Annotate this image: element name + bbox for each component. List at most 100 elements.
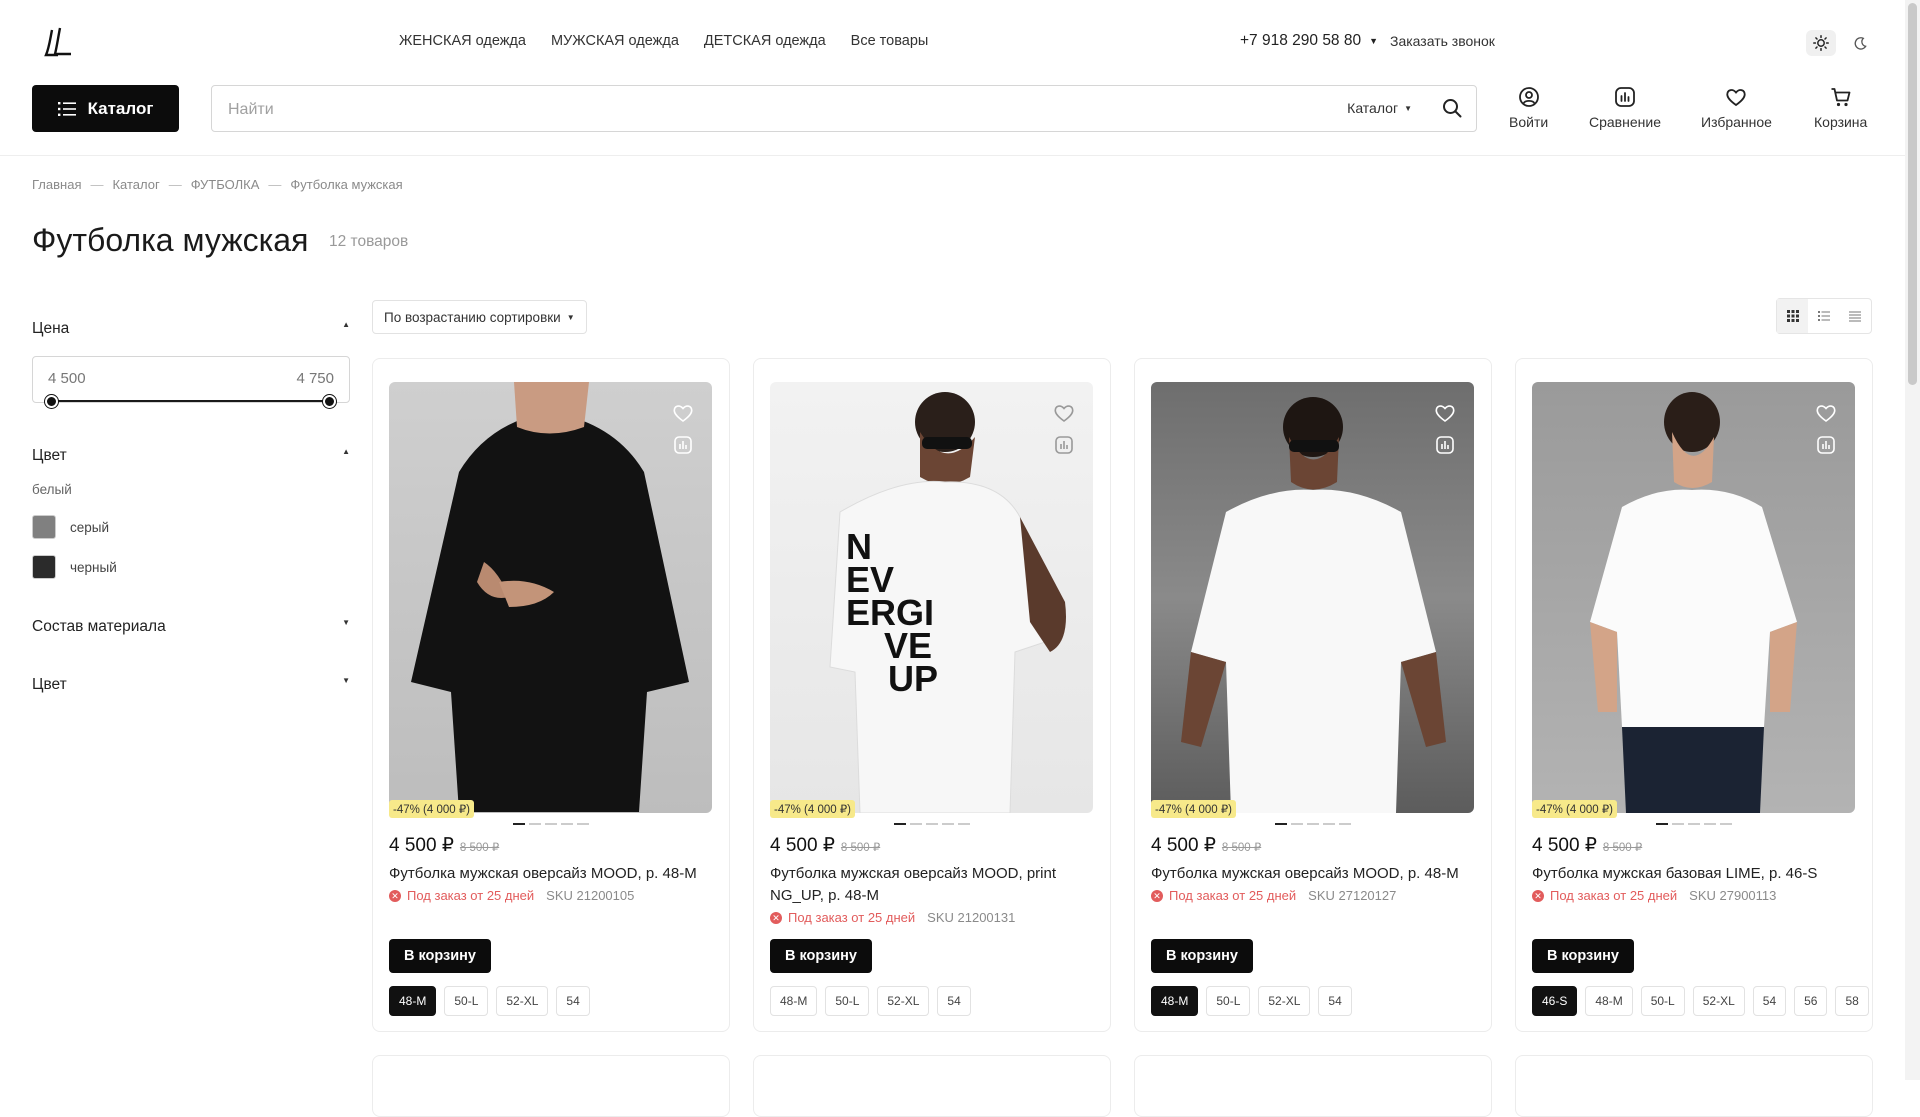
search-icon[interactable] (1442, 98, 1462, 118)
product-image[interactable] (389, 382, 712, 813)
search-input[interactable] (226, 86, 1230, 133)
add-to-favorites-icon[interactable] (1434, 402, 1456, 424)
product-name[interactable]: Футболка мужская оверсайз MOOD, р. 48-M (389, 863, 714, 885)
product-name[interactable]: Футболка мужская оверсайз MOOD, print NG… (770, 863, 1095, 907)
price-slider-min-handle[interactable] (45, 395, 58, 408)
product-card-next-row[interactable] (1134, 1055, 1492, 1117)
product-card[interactable]: -47% (4 000 ₽) 4 500 ₽ 8 500 ₽ Футболка … (1134, 358, 1492, 1032)
size-option[interactable]: 54 (556, 986, 590, 1016)
discount-badge: -47% (4 000 ₽) (770, 800, 855, 818)
login-label: Войти (1509, 114, 1549, 130)
color-option-black[interactable]: черный (32, 555, 117, 579)
dark-theme-toggle[interactable] (1848, 30, 1872, 56)
size-option[interactable]: 50-L (444, 986, 489, 1016)
add-to-favorites-icon[interactable] (672, 402, 694, 424)
availability-row: ✕ Под заказ от 25 дней SKU 27120127 (1151, 888, 1396, 903)
size-option[interactable]: 48-M (1151, 986, 1199, 1016)
product-count: 12 товаров (329, 233, 409, 250)
product-image[interactable] (1151, 382, 1474, 813)
filter-material-header[interactable]: Состав материала ▼ (32, 618, 350, 636)
price-min-input[interactable]: 4 500 (48, 370, 86, 387)
product-card-next-row[interactable] (1515, 1055, 1873, 1117)
filter-color-header[interactable]: Цвет ▲ (32, 447, 350, 465)
add-to-compare-icon[interactable] (1815, 434, 1837, 456)
size-option[interactable]: 52-XL (496, 986, 549, 1016)
breadcrumb-separator: — (268, 177, 282, 192)
view-compact-button[interactable] (1840, 299, 1871, 333)
size-option[interactable]: 54 (1318, 986, 1352, 1016)
image-pager[interactable] (1516, 823, 1872, 825)
breadcrumb-catalog[interactable]: Каталог (112, 177, 159, 192)
size-option[interactable]: 52-XL (1692, 986, 1745, 1016)
size-option[interactable]: 54 (1752, 986, 1787, 1016)
view-list-button[interactable] (1808, 299, 1839, 333)
size-option[interactable]: 52-XL (877, 986, 930, 1016)
add-to-compare-icon[interactable] (1434, 434, 1456, 456)
add-to-compare-icon[interactable] (1053, 434, 1075, 456)
search-scope-dropdown[interactable]: Каталог ▼ (1347, 100, 1412, 116)
phone-dropdown[interactable]: +7 918 290 58 80 ▼ (1240, 32, 1378, 50)
add-to-cart-button[interactable]: В корзину (389, 939, 491, 973)
image-pager[interactable] (1135, 823, 1491, 825)
view-grid-button[interactable] (1777, 299, 1809, 333)
filter-material-label: Состав материала (32, 618, 166, 635)
product-card[interactable]: -47% (4 000 ₽) 4 500 ₽ 8 500 ₽ Футболка … (372, 358, 730, 1032)
product-card[interactable]: N EV ERGI VE UP -47% (4 000 ₽) 4 500 ₽ 8… (753, 358, 1111, 1032)
product-name[interactable]: Футболка мужская оверсайз MOOD, р. 48-M (1151, 863, 1476, 885)
add-to-favorites-icon[interactable] (1053, 402, 1075, 424)
image-pager[interactable] (754, 823, 1110, 825)
price-range-box: 4 500 4 750 (32, 356, 350, 403)
product-card[interactable]: -47% (4 000 ₽) 4 500 ₽ 8 500 ₽ Футболка … (1515, 358, 1873, 1032)
caret-down-icon: ▼ (342, 676, 350, 685)
size-option[interactable]: 58 (1835, 986, 1869, 1016)
scrollbar-thumb[interactable] (1908, 3, 1917, 385)
size-option[interactable]: 50-L (825, 986, 870, 1016)
product-image[interactable]: N EV ERGI VE UP (770, 382, 1093, 813)
add-to-cart-button[interactable]: В корзину (1532, 939, 1634, 973)
nav-all-products[interactable]: Все товары (851, 33, 929, 49)
compare-button[interactable]: Сравнение (1589, 86, 1661, 130)
login-button[interactable]: Войти (1509, 86, 1548, 130)
sort-dropdown[interactable]: По возрастанию сортировки ▼ (372, 300, 587, 334)
color-option-white[interactable]: белый (32, 482, 72, 497)
size-option[interactable]: 54 (937, 986, 971, 1016)
add-to-cart-button[interactable]: В корзину (1151, 939, 1253, 973)
product-sku: SKU 27900113 (1689, 888, 1777, 903)
current-price: 4 500 ₽ (1151, 835, 1216, 856)
user-icon (1518, 87, 1539, 107)
product-image[interactable] (1532, 382, 1855, 813)
brand-logo[interactable] (44, 26, 74, 58)
price-slider-max-handle[interactable] (323, 395, 336, 408)
product-card-next-row[interactable] (753, 1055, 1111, 1117)
breadcrumb-home[interactable]: Главная (32, 177, 81, 192)
color-option-gray[interactable]: серый (32, 515, 109, 539)
add-to-favorites-icon[interactable] (1815, 402, 1837, 424)
light-theme-toggle[interactable] (1806, 30, 1836, 56)
filter-price-header[interactable]: Цена ▲ (32, 320, 350, 338)
nav-kids[interactable]: ДЕТСКАЯ одежда (704, 33, 826, 49)
product-name[interactable]: Футболка мужская базовая LIME, р. 46-S (1532, 863, 1857, 885)
compare-icon (1615, 87, 1635, 107)
size-option[interactable]: 48-M (770, 986, 818, 1016)
nav-women[interactable]: ЖЕНСКАЯ одежда (399, 33, 526, 49)
size-option[interactable]: 48-M (389, 986, 437, 1016)
size-option[interactable]: 48-M (1585, 986, 1633, 1016)
add-to-compare-icon[interactable] (672, 434, 694, 456)
cart-button[interactable]: Корзина (1814, 86, 1867, 130)
size-option[interactable]: 50-L (1206, 986, 1251, 1016)
favorites-button[interactable]: Избранное (1701, 86, 1772, 130)
add-to-cart-button[interactable]: В корзину (770, 939, 872, 973)
image-pager[interactable] (373, 823, 729, 825)
size-option[interactable]: 52-XL (1258, 986, 1311, 1016)
price-max-input[interactable]: 4 750 (296, 370, 334, 387)
nav-men[interactable]: МУЖСКАЯ одежда (551, 33, 679, 49)
filter-color2-header[interactable]: Цвет ▼ (32, 676, 350, 694)
breadcrumb-tshirts[interactable]: ФУТБОЛКА (191, 177, 260, 192)
product-card-next-row[interactable] (372, 1055, 730, 1117)
callback-link[interactable]: Заказать звонок (1390, 33, 1495, 49)
size-option[interactable]: 46-S (1532, 986, 1578, 1016)
search-scope-label: Каталог (1347, 100, 1399, 116)
size-option[interactable]: 56 (1794, 986, 1828, 1016)
size-option[interactable]: 50-L (1640, 986, 1685, 1016)
catalog-button[interactable]: Каталог (32, 85, 179, 132)
